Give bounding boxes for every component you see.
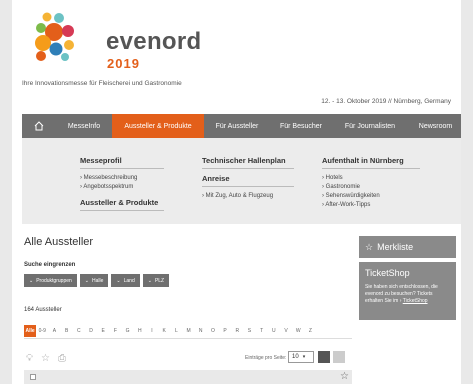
star-icon: ☆ [365,241,374,252]
main-navigation: MesseInfo Aussteller & Produkte Für Auss… [22,114,461,138]
menu-link-angebotsspektrum[interactable]: Angebotsspektrum [80,183,164,192]
menu-heading-anreise[interactable]: Anreise [202,174,294,187]
filter-label-produktgruppen: Produktgruppen [36,277,72,284]
alpha-l[interactable]: L [170,325,182,337]
alpha-w[interactable]: W [292,325,304,337]
menu-heading-hallenplan[interactable]: Technischer Hallenplan [202,156,294,169]
chevron-down-icon: ⌄ [147,277,152,284]
filter-label-land: Land [123,277,135,284]
alpha-s[interactable]: S [243,325,255,337]
filter-bar: ⌄ Produktgruppen ⌄ Halle ⌄ Land ⌄ PLZ [24,274,170,287]
filter-label-halle: Halle [92,277,104,284]
chevron-down-icon: ⌄ [116,277,121,284]
alpha-u[interactable]: U [268,325,280,337]
ticketshop-title: TicketShop [365,268,410,278]
page: evenord 2019 Ihre Innovationsmesse für F… [12,0,461,384]
home-icon [34,121,44,131]
nav-newsroom[interactable]: Newsroom [408,114,461,138]
row-checkbox[interactable] [30,374,36,380]
tagline: Ihre Innovationsmesse für Fleischerei un… [22,80,182,87]
menu-column-aufenthalt: Aufenthalt in Nürnberg Hotels Gastronomi… [322,156,420,210]
menu-link-gastronomie[interactable]: Gastronomie [322,183,420,192]
print-icon[interactable]: ⎙ [58,353,66,364]
menu-link-after-work-tipps[interactable]: After-Work-Tipps [322,201,420,210]
menu-heading-aussteller-produkte[interactable]: Aussteller & Produkte [80,198,164,211]
chevron-down-icon: ▾ [302,354,306,360]
chevron-down-icon: ⌄ [29,277,34,284]
ticketshop-link[interactable]: TicketShop [403,298,428,304]
alpha-p[interactable]: P [219,325,231,337]
menu-column-messeprofil: Messeprofil Messebeschreibung Angebotssp… [80,156,164,216]
alpha-z[interactable]: Z [304,325,316,337]
nav-fuer-journalisten[interactable]: Für Journalisten [332,114,408,138]
list-view-button[interactable] [333,351,345,363]
page-title: Alle Aussteller [24,236,94,248]
logo-dots-graphic [35,12,74,61]
merkliste-label: Merkliste [377,242,414,252]
nav-aussteller-produkte[interactable]: Aussteller & Produkte [112,114,204,138]
menu-link-hotels[interactable]: Hotels [322,174,420,183]
divider [24,338,352,339]
menu-column-hallenplan: Technischer Hallenplan Anreise Mit Zug, … [202,156,294,201]
alpha-t[interactable]: T [256,325,268,337]
alpha-m[interactable]: M [182,325,194,337]
nav-fuer-besucher[interactable]: Für Besucher [270,114,332,138]
ticketshop-text: Sie haben sich entschlossen, die evenord… [365,284,438,304]
event-dates: 12. - 13. Oktober 2019 // Nürnberg, Germ… [321,98,451,105]
merkliste-button[interactable]: ☆ Merkliste [359,236,456,258]
filter-plz[interactable]: ⌄ PLZ [142,274,170,287]
nav-fuer-aussteller[interactable]: Für Aussteller [204,114,270,138]
lightbulb-icon[interactable]: 💡︎ [26,353,33,364]
filter-land[interactable]: ⌄ Land [111,274,140,287]
filter-label-plz: PLZ [154,277,165,284]
filter-halle[interactable]: ⌄ Halle [79,274,109,287]
alpha-f[interactable]: F [109,325,121,337]
alpha-a[interactable]: A [48,325,60,337]
alpha-0-9[interactable]: 0-9 [36,325,48,337]
alpha-k[interactable]: K [158,325,170,337]
star-icon[interactable]: ☆ [340,371,349,382]
alpha-r[interactable]: R [231,325,243,337]
filter-label: Suche eingrenzen [24,262,76,268]
star-icon[interactable]: ☆ [41,353,50,364]
alpha-alle[interactable]: Alle [24,325,37,337]
alpha-h[interactable]: H [134,325,146,337]
alpha-d[interactable]: D [85,325,97,337]
alpha-v[interactable]: V [280,325,292,337]
table-row: ☆ [24,370,352,384]
filter-produktgruppen[interactable]: ⌄ Produktgruppen [24,274,77,287]
home-button[interactable] [22,114,56,138]
per-page-label: Einträge pro Seite: [245,355,287,361]
logo-name: evenord [106,28,202,55]
alphabet-filter: Alle 0-9 A B C D E F G H I K L M N O P R… [24,325,317,337]
alpha-c[interactable]: C [73,325,85,337]
nav-messeinfo[interactable]: MesseInfo [56,114,112,138]
alpha-e[interactable]: E [97,325,109,337]
per-page-select[interactable]: 10 ▾ [288,351,314,363]
mega-menu: Messeprofil Messebeschreibung Angebotssp… [22,138,461,224]
menu-link-sehenswuerdigkeiten[interactable]: Sehenswürdigkeiten [322,192,420,201]
alpha-i[interactable]: I [146,325,158,337]
ticketshop-box: TicketShop Sie haben sich entschlossen, … [359,262,456,320]
logo-year: 2019 [107,56,140,71]
alpha-o[interactable]: O [207,325,219,337]
alpha-g[interactable]: G [122,325,134,337]
list-toolbar: 💡︎ ☆ ⎙ [26,353,66,364]
grid-view-button[interactable] [318,351,330,363]
alpha-n[interactable]: N [195,325,207,337]
menu-heading-aufenthalt[interactable]: Aufenthalt in Nürnberg [322,156,420,169]
per-page-value: 10 [292,354,299,360]
menu-heading-messeprofil[interactable]: Messeprofil [80,156,164,169]
menu-link-messebeschreibung[interactable]: Messebeschreibung [80,174,164,183]
evenord-logo[interactable]: evenord 2019 [30,12,201,71]
menu-link-anreise[interactable]: Mit Zug, Auto & Flugzeug [202,192,294,201]
exhibitor-count: 164 Aussteller [24,307,62,313]
alpha-b[interactable]: B [61,325,73,337]
chevron-down-icon: ⌄ [84,277,89,284]
